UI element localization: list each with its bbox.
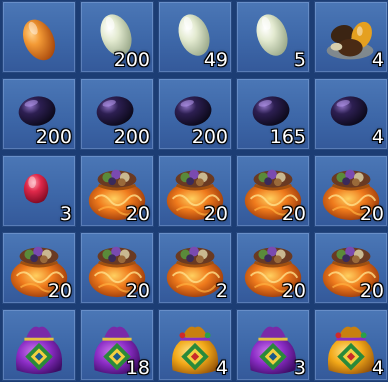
item-quantity: 2 (215, 280, 228, 302)
inventory-slot[interactable]: 3 (2, 155, 76, 227)
inventory-slot[interactable]: 4 (158, 309, 232, 381)
item-quantity: 4 (215, 357, 228, 379)
item-quantity: 49 (203, 49, 228, 71)
item-quantity: 20 (125, 280, 150, 302)
amber-bean-icon (22, 19, 56, 61)
inventory-slot[interactable]: 4 (314, 1, 388, 73)
item-quantity: 200 (113, 49, 150, 71)
inventory-slot[interactable]: 3 (236, 309, 310, 381)
purple-lucky-bag-icon (15, 326, 63, 375)
inventory-slot[interactable]: 2 (158, 232, 232, 304)
item-quantity: 3 (293, 357, 306, 379)
item-quantity: 20 (359, 280, 384, 302)
inventory-slot[interactable]: 20 (236, 232, 310, 304)
inventory-slot[interactable]: 20 (236, 155, 310, 227)
item-quantity: 20 (281, 280, 306, 302)
item-quantity: 5 (293, 49, 306, 71)
inventory-slot[interactable] (2, 1, 76, 73)
item-quantity: 20 (359, 203, 384, 225)
item-quantity: 4 (371, 357, 384, 379)
inventory-slot[interactable]: 20 (2, 232, 76, 304)
inventory-slot[interactable]: 200 (158, 78, 232, 150)
item-quantity: 20 (47, 280, 72, 302)
inventory-slot[interactable]: 49 (158, 1, 232, 73)
item-quantity: 165 (269, 126, 306, 148)
item-quantity: 200 (191, 126, 228, 148)
inventory-slot[interactable]: 4 (314, 309, 388, 381)
inventory-slot[interactable]: 200 (80, 1, 154, 73)
inventory-slot[interactable]: 18 (80, 309, 154, 381)
item-quantity: 20 (281, 203, 306, 225)
inventory-slot[interactable]: 5 (236, 1, 310, 73)
item-quantity: 4 (371, 126, 384, 148)
item-quantity: 18 (125, 357, 150, 379)
item-quantity: 4 (371, 49, 384, 71)
inventory-slot[interactable]: 200 (80, 78, 154, 150)
item-quantity: 200 (113, 126, 150, 148)
inventory-grid: 200 49 5 4 200 200 200 165 4 3 20 20 20 … (0, 0, 388, 382)
inventory-slot[interactable]: 20 (314, 155, 388, 227)
inventory-slot[interactable]: 20 (158, 155, 232, 227)
inventory-slot[interactable]: 20 (80, 155, 154, 227)
inventory-slot[interactable]: 20 (80, 232, 154, 304)
item-quantity: 200 (35, 126, 72, 148)
inventory-slot[interactable] (2, 309, 76, 381)
inventory-slot[interactable]: 4 (314, 78, 388, 150)
item-quantity: 3 (59, 203, 72, 225)
item-quantity: 20 (125, 203, 150, 225)
item-quantity: 20 (203, 203, 228, 225)
inventory-slot[interactable]: 20 (314, 232, 388, 304)
inventory-slot[interactable]: 200 (2, 78, 76, 150)
inventory-slot[interactable]: 165 (236, 78, 310, 150)
